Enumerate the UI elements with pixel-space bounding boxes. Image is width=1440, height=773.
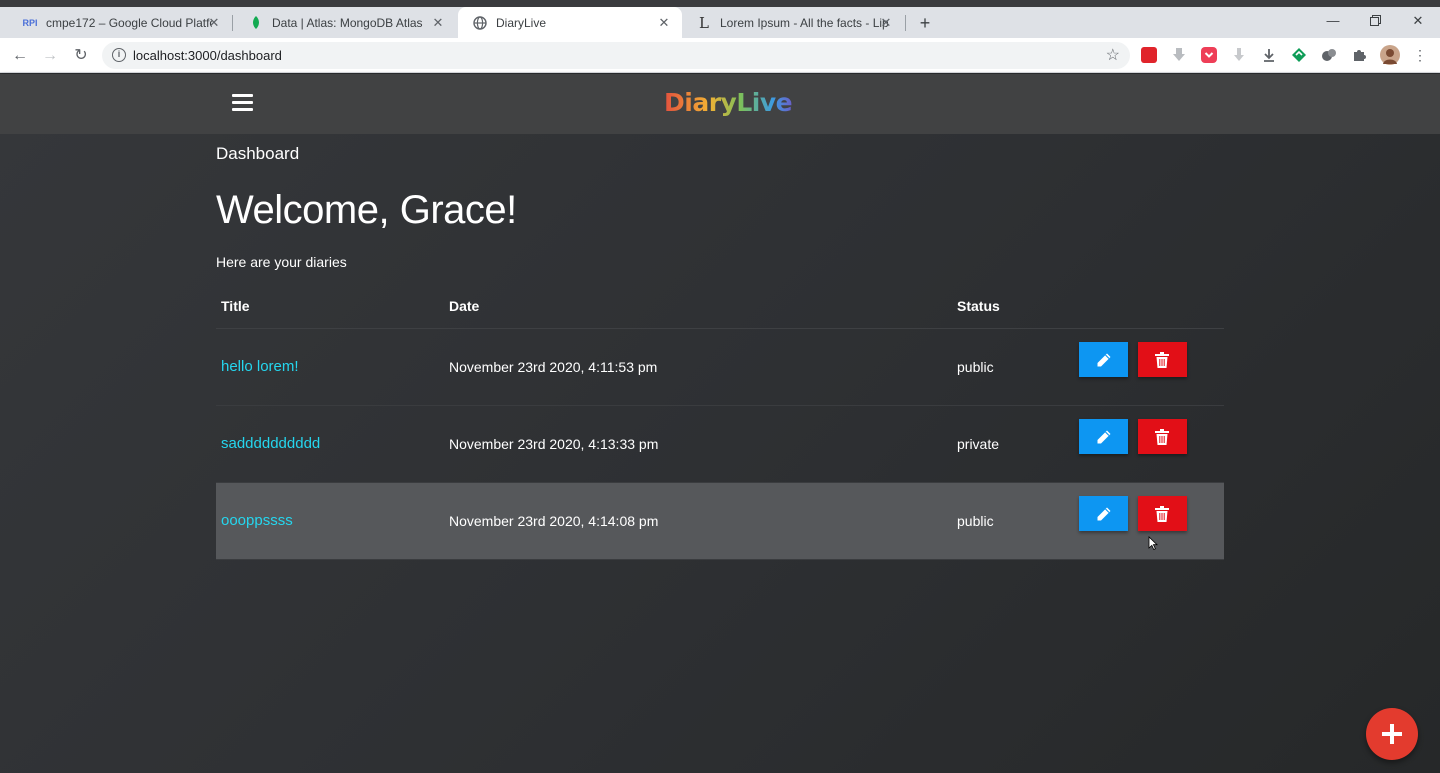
extension-gray-icon[interactable] xyxy=(1321,47,1337,63)
close-tab-icon[interactable]: ✕ xyxy=(656,15,672,31)
minimize-icon[interactable]: — xyxy=(1318,10,1348,32)
tab-title: DiaryLive xyxy=(496,15,547,30)
globe-icon xyxy=(472,15,488,31)
table-row: oooppssss November 23rd 2020, 4:14:08 pm… xyxy=(216,482,1224,560)
breadcrumb: Dashboard xyxy=(216,144,300,163)
pencil-icon xyxy=(1097,430,1110,443)
mouse-pointer-icon xyxy=(1148,536,1158,550)
delete-button[interactable] xyxy=(1137,342,1187,377)
column-header-title: Title xyxy=(216,284,444,329)
tab-divider xyxy=(905,15,906,31)
site-info-icon[interactable]: i xyxy=(112,48,126,62)
tab-title: Data | Atlas: MongoDB Atlas xyxy=(272,15,423,30)
diary-date: November 23rd 2020, 4:13:33 pm xyxy=(444,405,952,483)
edit-button[interactable] xyxy=(1079,342,1128,377)
page-title: Welcome, Grace! xyxy=(216,188,517,232)
diary-title-link[interactable]: sadddddddddd xyxy=(221,435,320,452)
trash-icon xyxy=(1155,351,1170,368)
trash-icon xyxy=(1155,505,1170,522)
tab-diarylive[interactable]: DiaryLive ✕ xyxy=(458,7,682,38)
diary-status: private xyxy=(952,405,1074,483)
dashboard-content: Dashboard Welcome, Grace! Here are your … xyxy=(0,134,1440,773)
diary-title-link[interactable]: hello lorem! xyxy=(221,358,299,375)
lipsum-favicon-icon: L xyxy=(699,13,709,32)
tab-mongodb-atlas[interactable]: Data | Atlas: MongoDB Atlas ✕ xyxy=(234,7,456,38)
close-tab-icon[interactable]: ✕ xyxy=(878,15,894,31)
delete-button[interactable] xyxy=(1137,419,1187,454)
close-tab-icon[interactable]: ✕ xyxy=(430,15,446,31)
app-logo[interactable]: DiaryLive xyxy=(664,88,793,117)
tab-title: Lorem Ipsum - All the facts - Lips xyxy=(720,15,888,30)
page-subtitle: Here are your diaries xyxy=(216,254,347,270)
column-header-date: Date xyxy=(444,284,952,329)
pencil-icon xyxy=(1097,507,1110,520)
diary-status: public xyxy=(952,482,1074,560)
table-header-row: Title Date Status xyxy=(216,284,1224,329)
table-row: hello lorem! November 23rd 2020, 4:11:53… xyxy=(216,328,1224,406)
diary-title-link[interactable]: oooppssss xyxy=(221,512,293,529)
forward-arrow-icon[interactable]: → xyxy=(39,45,61,67)
plus-icon xyxy=(1382,724,1402,744)
pocket-icon[interactable] xyxy=(1201,47,1217,63)
edit-button[interactable] xyxy=(1079,419,1128,454)
diary-date: November 23rd 2020, 4:11:53 pm xyxy=(444,328,952,406)
profile-avatar[interactable] xyxy=(1380,45,1400,65)
delete-button[interactable] xyxy=(1137,496,1187,531)
tab-strip: RPI cmpe172 – Google Cloud Platfor ✕ Dat… xyxy=(0,7,1440,38)
new-tab-icon[interactable]: + xyxy=(915,13,935,33)
close-window-icon[interactable]: ✕ xyxy=(1403,10,1433,32)
table-row: sadddddddddd November 23rd 2020, 4:13:33… xyxy=(216,405,1224,483)
address-bar: ← → ↻ i localhost:3000/dashboard ☆ ⋮ xyxy=(0,38,1440,73)
extension-download-gray-icon[interactable] xyxy=(1171,47,1187,63)
row-actions xyxy=(1074,328,1224,406)
tab-title: cmpe172 – Google Cloud Platfor xyxy=(46,15,212,30)
download-icon[interactable] xyxy=(1261,47,1277,63)
window-frame xyxy=(0,0,1440,7)
hamburger-menu-icon[interactable] xyxy=(232,94,253,112)
extension-green-icon[interactable] xyxy=(1291,47,1307,63)
column-header-actions xyxy=(1074,284,1224,329)
rpi-favicon-icon: RPI xyxy=(22,17,38,28)
omnibox[interactable]: i localhost:3000/dashboard ☆ xyxy=(102,42,1130,69)
column-header-status: Status xyxy=(952,284,1074,329)
puzzle-extensions-icon[interactable] xyxy=(1351,47,1367,63)
pencil-icon xyxy=(1097,353,1110,366)
reload-icon[interactable]: ↻ xyxy=(70,45,92,67)
extension-red-icon[interactable] xyxy=(1141,47,1157,63)
bookmark-star-icon[interactable]: ☆ xyxy=(1106,45,1120,65)
close-tab-icon[interactable]: ✕ xyxy=(206,15,222,31)
back-arrow-icon[interactable]: ← xyxy=(9,45,31,67)
edit-button[interactable] xyxy=(1079,496,1128,531)
diary-date: November 23rd 2020, 4:14:08 pm xyxy=(444,482,952,560)
tab-lorem-ipsum[interactable]: L Lorem Ipsum - All the facts - Lips ✕ xyxy=(682,7,904,38)
diaries-table: Title Date Status hello lorem! November … xyxy=(216,284,1224,560)
restore-icon[interactable] xyxy=(1360,10,1390,32)
diary-status: public xyxy=(952,328,1074,406)
row-actions xyxy=(1074,405,1224,483)
tab-divider xyxy=(232,15,233,31)
url-text[interactable]: localhost:3000/dashboard xyxy=(133,48,282,63)
leaf-icon xyxy=(248,15,264,31)
add-diary-fab-button[interactable] xyxy=(1366,708,1418,760)
tab-google-cloud[interactable]: RPI cmpe172 – Google Cloud Platfor ✕ xyxy=(8,7,232,38)
extension-download-light-icon[interactable] xyxy=(1231,47,1247,63)
trash-icon xyxy=(1155,428,1170,445)
app-header: DiaryLive xyxy=(0,74,1440,134)
menu-kebab-icon[interactable]: ⋮ xyxy=(1413,47,1427,63)
